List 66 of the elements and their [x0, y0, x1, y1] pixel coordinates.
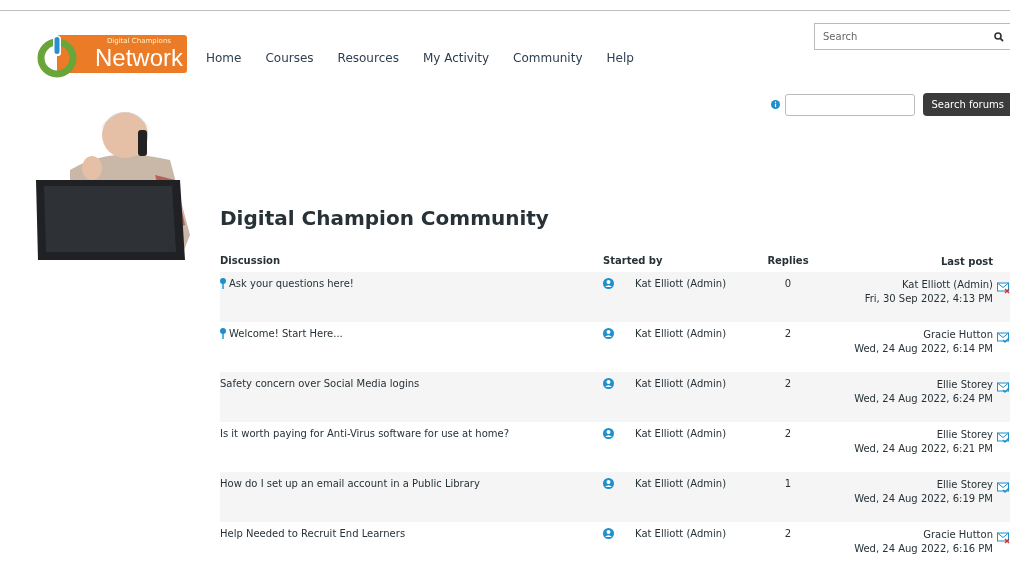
power-icon: [35, 34, 79, 78]
discussion-row[interactable]: Is it worth paying for Anti-Virus software for use at home? Kat Elliott (Admin) 2 Ellie Storey Wed, 24 Aug 2022, 6:21 PM: [220, 422, 1010, 472]
logo-text: Network: [94, 45, 183, 71]
starter-name[interactable]: Kat Elliott (Admin): [635, 278, 727, 289]
last-post-author[interactable]: Gracie Hutton: [923, 328, 993, 342]
last-post-author[interactable]: Ellie Storey: [936, 478, 993, 492]
search-field[interactable]: Search: [814, 23, 1010, 50]
nav-link[interactable]: Home: [206, 51, 242, 65]
replies-count[interactable]: 2: [758, 428, 818, 439]
last-post-date[interactable]: Wed, 24 Aug 2022, 6:24 PM: [854, 392, 993, 406]
user-icon: [603, 528, 614, 539]
discussion-link[interactable]: Welcome! Start Here...: [229, 328, 343, 339]
starter-name[interactable]: Kat Elliott (Admin): [635, 478, 727, 489]
starter-name[interactable]: Kat Elliott (Admin): [635, 328, 727, 339]
nav-link[interactable]: Help: [606, 51, 634, 65]
subscribed-mail-icon[interactable]: [997, 382, 1010, 394]
column-header: Replies: [766, 255, 810, 266]
discussion-row[interactable]: Ask your questions here! Kat Elliott (Admin) 0 Kat Elliott (Admin) Fri, 30 Sep 2022, 4:13 PM: [220, 272, 1010, 322]
starter-name[interactable]: Kat Elliott (Admin): [635, 378, 727, 389]
subscribed-mail-icon[interactable]: [997, 482, 1010, 494]
discussion-link[interactable]: Safety concern over Social Media logins: [220, 378, 420, 389]
starter-name[interactable]: Kat Elliott (Admin): [635, 428, 727, 439]
column-header: Discussion: [220, 255, 282, 266]
user-icon: [603, 478, 614, 489]
replies-count[interactable]: 0: [758, 278, 818, 289]
forum-search-field[interactable]: [785, 93, 916, 116]
discussion-link[interactable]: How do I set up an email account in a Public Library: [220, 478, 480, 489]
nav-link[interactable]: My Activity: [422, 51, 490, 65]
replies-count[interactable]: 2: [758, 328, 818, 339]
last-post-date[interactable]: Wed, 24 Aug 2022, 6:14 PM: [854, 342, 993, 356]
search-forums-button[interactable]: Search forums: [923, 93, 1010, 116]
last-post-date[interactable]: Fri, 30 Sep 2022, 4:13 PM: [864, 292, 993, 306]
info-icon[interactable]: [771, 100, 781, 109]
unsubscribed-mail-icon[interactable]: [997, 532, 1010, 544]
user-icon: [603, 428, 614, 439]
replies-count[interactable]: 2: [758, 528, 818, 539]
nav-link[interactable]: Resources: [337, 51, 399, 65]
discussion-row[interactable]: How do I set up an email account in a Public Library Kat Elliott (Admin) 1 Ellie Storey Wed, 24 Aug 2022, 6:19 PM: [220, 472, 1010, 522]
user-icon: [603, 378, 614, 389]
user-icon: [603, 278, 614, 289]
search-icon: [994, 32, 1004, 42]
nav-link[interactable]: Community: [513, 51, 583, 65]
subscribed-mail-icon[interactable]: [997, 432, 1010, 444]
subscribed-mail-icon[interactable]: [997, 332, 1010, 344]
page-title: Digital Champion Community: [220, 206, 550, 230]
nav-link[interactable]: Courses: [265, 51, 314, 65]
discussion-row[interactable]: Help Needed to Recruit End Learners Kat Elliott (Admin) 2 Gracie Hutton Wed, 24 Aug 2022, 6:16 PM: [220, 522, 1010, 572]
discussion-link[interactable]: Help Needed to Recruit End Learners: [220, 528, 406, 539]
discussion-row[interactable]: Safety concern over Social Media logins Kat Elliott (Admin) 2 Ellie Storey Wed, 24 Aug 2022, 6:24 PM: [220, 372, 1010, 422]
last-post-author[interactable]: Gracie Hutton: [923, 528, 993, 542]
last-post-author[interactable]: Ellie Storey: [936, 378, 993, 392]
last-post-date[interactable]: Wed, 24 Aug 2022, 6:21 PM: [854, 442, 993, 456]
column-header: Last post: [939, 255, 993, 269]
user-icon: [603, 328, 614, 339]
last-post-author[interactable]: Ellie Storey: [936, 428, 993, 442]
starter-name[interactable]: Kat Elliott (Admin): [635, 528, 727, 539]
last-post-date[interactable]: Wed, 24 Aug 2022, 6:19 PM: [854, 492, 993, 506]
last-post-date[interactable]: Wed, 24 Aug 2022, 6:16 PM: [854, 542, 993, 556]
discussion-link[interactable]: Is it worth paying for Anti-Virus software for use at home?: [220, 428, 509, 439]
unsubscribed-mail-icon[interactable]: [997, 282, 1010, 294]
column-header: Started by: [603, 255, 664, 266]
discussion-link[interactable]: Ask your questions here!: [229, 278, 354, 289]
discussion-row[interactable]: Welcome! Start Here... Kat Elliott (Admin) 2 Gracie Hutton Wed, 24 Aug 2022, 6:14 PM: [220, 322, 1010, 372]
last-post-author[interactable]: Kat Elliott (Admin): [901, 278, 993, 292]
replies-count[interactable]: 2: [758, 378, 818, 389]
replies-count[interactable]: 1: [758, 478, 818, 489]
